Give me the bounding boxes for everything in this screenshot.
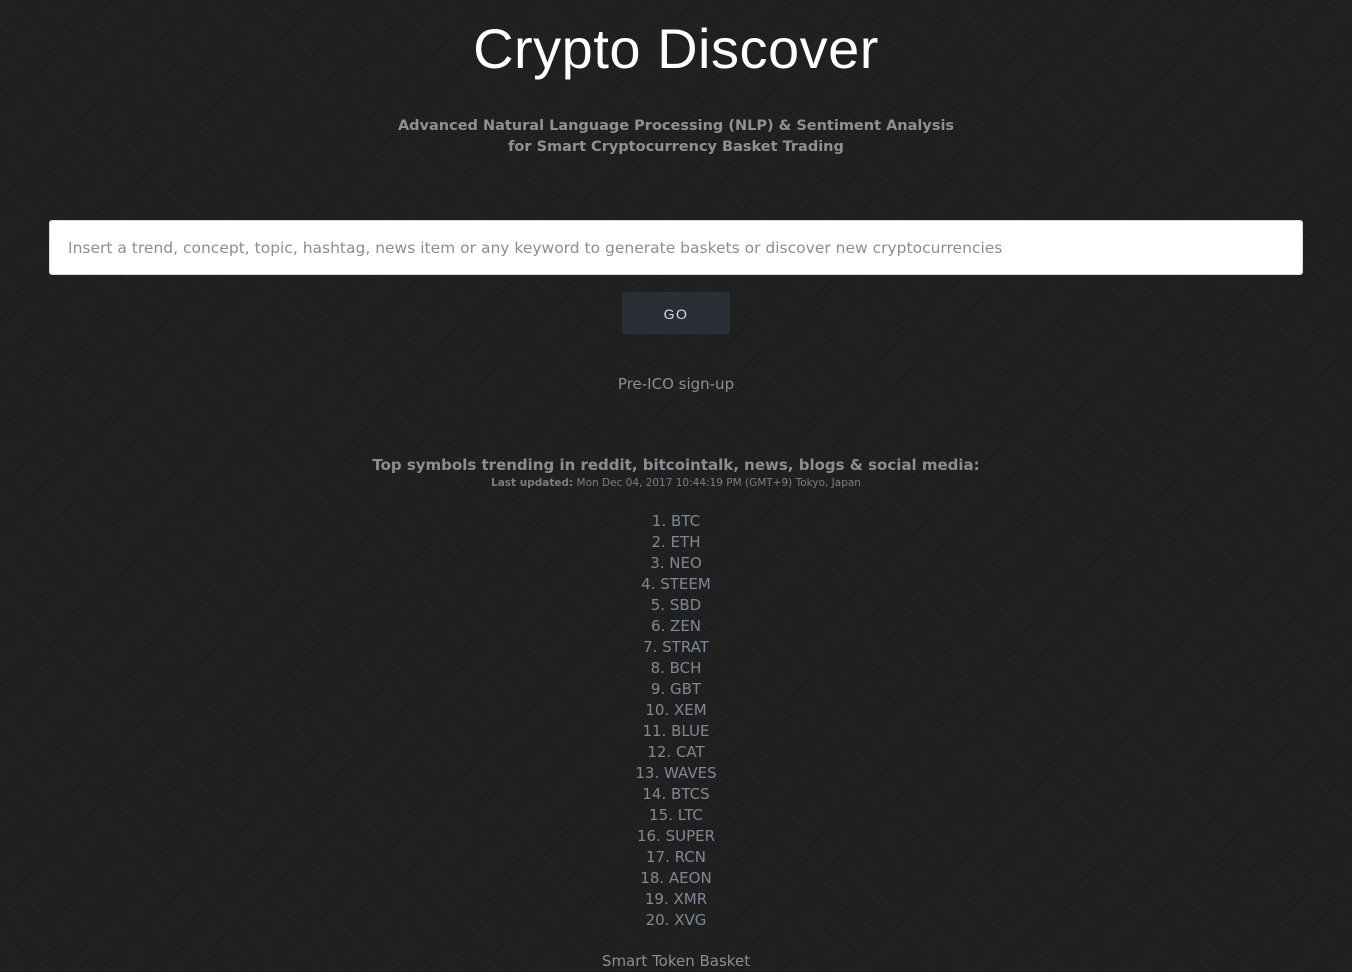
symbol-rank: 15. [649, 806, 673, 824]
symbol-link[interactable]: AEON [669, 869, 712, 887]
symbol-link[interactable]: ETH [671, 533, 701, 551]
search-box [49, 220, 1303, 275]
symbol-list-item: 11. BLUE [0, 721, 1352, 742]
last-updated-label: Last updated: [491, 477, 574, 489]
symbol-list-item: 13. WAVES [0, 763, 1352, 784]
symbol-link[interactable]: RCN [675, 848, 706, 866]
symbol-rank: 1. [651, 512, 667, 530]
page-title: Crypto Discover [473, 17, 879, 80]
symbol-link[interactable]: NEO [669, 554, 702, 572]
symbol-list-item: 10. XEM [0, 700, 1352, 721]
symbol-link[interactable]: XVG [674, 911, 706, 929]
symbol-link[interactable]: XEM [674, 701, 707, 719]
symbol-link[interactable]: GBT [670, 680, 701, 698]
symbol-list-item: 20. XVG [0, 910, 1352, 931]
symbol-rank: 6. [650, 617, 666, 635]
symbol-list-item: 18. AEON [0, 868, 1352, 889]
symbol-link[interactable]: BCH [670, 659, 702, 677]
symbol-list-item: 8. BCH [0, 658, 1352, 679]
symbol-list-item: 14. BTCS [0, 784, 1352, 805]
symbol-link[interactable]: WAVES [664, 764, 717, 782]
symbol-link[interactable]: STRAT [662, 638, 709, 656]
symbol-list-item: 15. LTC [0, 805, 1352, 826]
symbol-rank: 19. [644, 890, 669, 908]
symbol-rank: 3. [650, 554, 665, 572]
preico-signup-link[interactable]: Pre-ICO sign-up [0, 373, 1352, 395]
symbol-list-item: 17. RCN [0, 847, 1352, 868]
last-updated: Last updated: Mon Dec 04, 2017 10:44:19 … [0, 476, 1352, 491]
keyword-search-input[interactable] [50, 221, 1302, 274]
symbol-link[interactable]: CAT [676, 743, 705, 761]
symbol-rank: 5. [650, 596, 666, 614]
symbol-link[interactable]: BTCS [671, 785, 710, 803]
symbol-link[interactable]: LTC [678, 806, 703, 824]
trending-heading: Top symbols trending in reddit, bitcoint… [372, 456, 980, 474]
symbol-rank: 16. [636, 827, 661, 845]
symbol-link[interactable]: BTC [671, 512, 700, 530]
subtitle-line-2: for Smart Cryptocurrency Basket Trading [508, 139, 844, 155]
symbol-rank: 7. [643, 638, 658, 656]
symbol-list-item: 2. ETH [0, 532, 1352, 553]
symbol-link[interactable]: SBD [670, 596, 701, 614]
symbol-list-item: 9. GBT [0, 679, 1352, 700]
page: Crypto Discover Advanced Natural Languag… [0, 0, 1352, 970]
symbol-rank: 20. [645, 911, 670, 929]
symbol-link[interactable]: XMR [674, 890, 708, 908]
symbol-rank: 8. [650, 659, 665, 677]
symbol-rank: 9. [650, 680, 666, 698]
symbol-link[interactable]: BLUE [671, 722, 709, 740]
symbol-list-item: 16. SUPER [0, 826, 1352, 847]
trending-symbol-list: 1. BTC 2. ETH 3. NEO 4. STEEM 5. SBD 6. ZEN 7.… [0, 511, 1352, 931]
symbol-rank: 10. [645, 701, 670, 719]
symbol-list-item: 5. SBD [0, 595, 1352, 616]
symbol-rank: 11. [642, 722, 667, 740]
symbol-list-item: 1. BTC [0, 511, 1352, 532]
footer-text: Smart Token Basket [601, 952, 751, 970]
symbol-list-item: 4. STEEM [0, 574, 1352, 595]
symbol-rank: 17. [645, 848, 670, 866]
symbol-rank: 2. [651, 533, 666, 551]
symbol-link[interactable]: ZEN [670, 617, 701, 635]
last-updated-value: Mon Dec 04, 2017 10:44:19 PM (GMT+9) Tok… [573, 477, 861, 489]
symbol-list-item: 12. CAT [0, 742, 1352, 763]
symbol-link[interactable]: SUPER [666, 827, 715, 845]
symbol-list-item: 19. XMR [0, 889, 1352, 910]
symbol-rank: 18. [640, 869, 665, 887]
symbol-rank: 4. [641, 575, 656, 593]
symbol-link[interactable]: STEEM [660, 575, 711, 593]
symbol-list-item: 7. STRAT [0, 637, 1352, 658]
subtitle-line-1: Advanced Natural Language Processing (NL… [397, 118, 955, 134]
go-button[interactable]: GO [621, 291, 731, 335]
symbol-rank: 13. [635, 764, 660, 782]
symbol-list-item: 6. ZEN [0, 616, 1352, 637]
page-subtitle: Advanced Natural Language Processing (NL… [0, 116, 1352, 158]
symbol-rank: 12. [647, 743, 672, 761]
symbol-list-item: 3. NEO [0, 553, 1352, 574]
symbol-rank: 14. [642, 785, 667, 803]
